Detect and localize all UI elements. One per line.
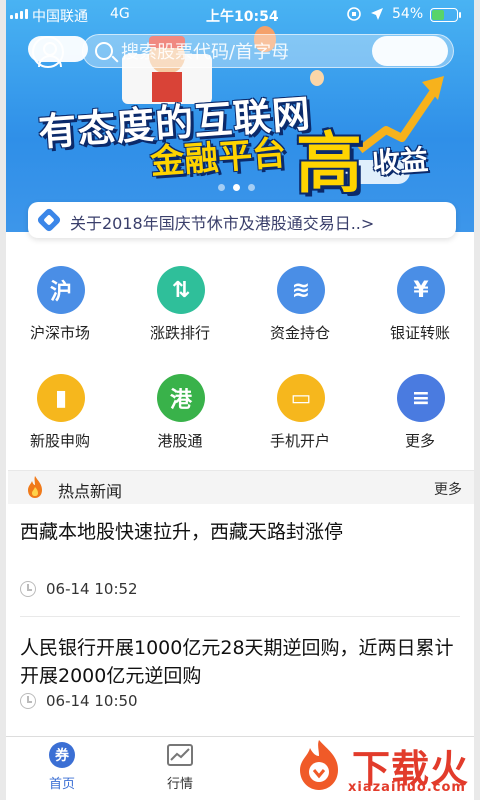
- grid-item-label: 港股通: [157, 432, 203, 450]
- clock-icon: [20, 693, 36, 709]
- grid-item-label: 新股申购: [29, 432, 90, 450]
- clock-time: 上午10:54: [206, 9, 279, 25]
- banner-pager[interactable]: [218, 184, 255, 191]
- grid-item-hk-connect[interactable]: 港 港股通: [120, 360, 240, 468]
- more-menu-icon: ≡: [397, 374, 445, 422]
- news-time: 06-14 10:52: [46, 580, 138, 598]
- network-type: 4G: [110, 6, 130, 22]
- news-time: 06-14 10:50: [46, 692, 138, 710]
- pager-dot-active[interactable]: [233, 184, 240, 191]
- tab-label: 行情: [166, 777, 193, 792]
- news-item[interactable]: 西藏本地股快速拉升，西藏天路封涨停 06-14 10:52: [20, 518, 460, 614]
- news-item[interactable]: 人民银行开展1000亿元28天期逆回购，近两日累计开展2000亿元逆回购 06-…: [20, 634, 460, 724]
- banner-tail: 收益: [371, 143, 430, 180]
- grid-item-label: 手机开户: [269, 432, 330, 450]
- clock-icon: [20, 581, 36, 597]
- user-profile-icon[interactable]: [32, 36, 64, 68]
- announcement-icon: [36, 207, 62, 233]
- rotation-lock-icon: [347, 7, 361, 21]
- shanghai-shenzhen-market-icon: 沪: [37, 266, 85, 314]
- announcement-text[interactable]: 关于2018年国庆节休市及港股通交易日..>: [70, 210, 374, 234]
- home-coupon-icon: 券: [48, 741, 76, 769]
- grid-item-label: 银证转账: [389, 324, 450, 342]
- hot-news-header: 热点新闻 更多: [8, 470, 476, 504]
- carrier-label: 中国联通: [32, 9, 88, 25]
- market-chart-icon: [166, 741, 194, 769]
- divider: [20, 616, 460, 617]
- bank-transfer-icon: ¥: [397, 266, 445, 314]
- grid-item-more[interactable]: ≡ 更多: [360, 360, 480, 468]
- flame-logo-icon: [300, 740, 338, 790]
- status-bar: 中国联通 4G 上午10:54 54%: [0, 0, 480, 30]
- hk-connect-icon: 港: [157, 374, 205, 422]
- balloon-decoration: [310, 70, 324, 86]
- news-headline[interactable]: 西藏本地股快速拉升，西藏天路封涨停: [20, 518, 460, 546]
- search-icon: [95, 42, 113, 60]
- news-headline[interactable]: 人民银行开展1000亿元28天期逆回购，近两日累计开展2000亿元逆回购: [20, 634, 460, 690]
- banner-subline: 金融平台: [149, 133, 288, 183]
- grid-item-ranking[interactable]: ⇅ 涨跌排行: [120, 252, 240, 360]
- card-open-account-icon: ▭: [277, 374, 325, 422]
- battery-icon: [430, 8, 461, 22]
- flame-icon: [28, 476, 42, 498]
- search-bar[interactable]: [82, 34, 454, 68]
- search-input[interactable]: [121, 39, 441, 65]
- signal-strength-icon: [10, 9, 28, 19]
- tab-label: 首页: [48, 777, 75, 792]
- feature-grid: 沪 沪深市场 ⇅ 涨跌排行 ≋ 资金持仓 ¥ 银证转账 ▮ 新股申购 港 港股通…: [0, 252, 480, 468]
- grid-item-label: 资金持仓: [269, 324, 330, 342]
- section-title: 热点新闻: [58, 482, 123, 501]
- grid-item-bank-transfer[interactable]: ¥ 银证转账: [360, 252, 480, 360]
- home-tab-glyph: 券: [55, 747, 70, 764]
- banner-big-char: 高: [296, 125, 362, 202]
- tab-market[interactable]: 行情: [140, 741, 220, 792]
- grid-item-label: 涨跌排行: [149, 324, 210, 342]
- grid-item-open-account[interactable]: ▭ 手机开户: [240, 360, 360, 468]
- location-arrow-icon: [371, 8, 383, 20]
- tab-home[interactable]: 券 首页: [22, 741, 102, 792]
- grid-item-shhz-market[interactable]: 沪 沪深市场: [0, 252, 120, 360]
- watermark-url: xiazaihuo.com: [348, 780, 466, 795]
- grid-item-ipo-subscribe[interactable]: ▮ 新股申购: [0, 360, 120, 468]
- pager-dot[interactable]: [248, 184, 255, 191]
- battery-percent: 54%: [392, 6, 424, 22]
- coins-icon: ≋: [277, 266, 325, 314]
- grid-item-label: 沪深市场: [29, 324, 90, 342]
- pager-dot[interactable]: [218, 184, 225, 191]
- announcement-bar[interactable]: 关于2018年国庆节休市及港股通交易日..>: [28, 202, 456, 238]
- up-down-ranking-icon: ⇅: [157, 266, 205, 314]
- grid-item-label: 更多: [404, 432, 435, 450]
- more-news-link[interactable]: 更多: [434, 479, 462, 499]
- watermark: 下载火 xiazaihuo.com: [282, 736, 480, 800]
- grid-item-holdings[interactable]: ≋ 资金持仓: [240, 252, 360, 360]
- new-stock-icon: ▮: [37, 374, 85, 422]
